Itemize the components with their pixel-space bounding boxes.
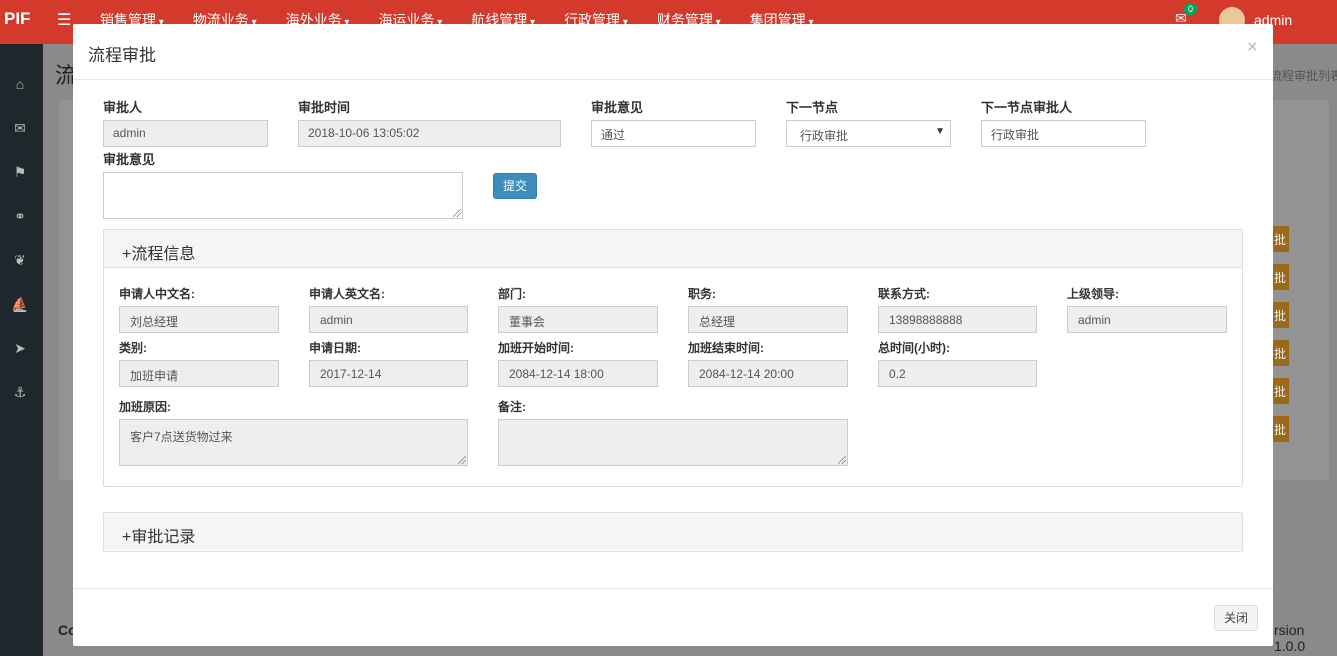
applicant-en-field: admin [309,306,468,333]
menu-toggle-icon[interactable]: ☰ [57,10,71,30]
remark-label: 备注: [498,400,526,414]
leader-field: admin [1067,306,1227,333]
home-icon[interactable]: ⌂ [10,76,30,92]
flag-icon[interactable]: ⚑ [10,164,30,181]
process-info-heading[interactable]: +流程信息 [104,230,1242,268]
position-field: 总经理 [688,306,848,333]
next-node-label: 下一节点 [786,100,839,115]
next-approver-input[interactable]: 行政审批 [981,120,1146,147]
dept-field: 董事会 [498,306,658,333]
process-info-panel: +流程信息 申请人中文名: 刘总经理 申请人英文名: admin 部门: 董事会… [103,229,1243,487]
applicant-en-label: 申请人英文名: [309,287,385,301]
approval-records-panel: +审批记录 [103,512,1243,552]
ot-start-label: 加班开始时间: [498,341,574,355]
total-hours-field: 0.2 [878,360,1037,387]
approver-label: 审批人 [103,100,143,115]
brand-logo[interactable]: PIF [4,9,30,29]
modal-footer: 关闭 [73,588,1273,646]
approver-field: admin [103,120,268,147]
ot-reason-textarea: 客户7点送货物过来 [119,419,468,466]
total-hours-label: 总时间(小时): [878,341,950,355]
category-label: 类别: [119,341,147,355]
close-button[interactable]: 关闭 [1214,605,1258,631]
rocket-icon[interactable]: ➤ [10,340,30,357]
resize-handle-icon[interactable] [838,456,846,464]
ot-end-label: 加班结束时间: [688,341,764,355]
dept-label: 部门: [498,287,526,301]
resize-handle-icon[interactable] [453,209,461,217]
row-approve-button[interactable]: 批 [1272,416,1289,442]
link-icon[interactable]: ⚭ [10,208,30,225]
notification-badge: 0 [1184,3,1198,15]
opinion-label: 审批意见 [591,100,644,115]
ot-reason-text: 客户7点送货物过来 [130,430,233,444]
applicant-cn-field: 刘总经理 [119,306,279,333]
leaf-icon[interactable]: ❦ [10,252,30,269]
comment-label: 审批意见 [103,152,156,167]
applicant-cn-label: 申请人中文名: [119,287,195,301]
approval-time-field: 2018-10-06 13:05:02 [298,120,561,147]
submit-button[interactable]: 提交 [493,173,537,199]
ship-icon[interactable]: ⛵ [10,296,30,313]
next-node-select[interactable]: 行政审批 ▼ [786,120,951,147]
anchor-icon[interactable]: ⚓ [10,384,30,401]
apply-date-field: 2017-12-14 [309,360,468,387]
ot-reason-label: 加班原因: [119,400,171,414]
modal-title: 流程审批 [88,46,156,65]
row-approve-button[interactable]: 批 [1272,340,1289,366]
approval-modal: 流程审批 × 审批人 admin 审批时间 2018-10-06 13:05:0… [73,24,1273,646]
modal-header: 流程审批 × [73,24,1273,80]
contact-field: 13898888888 [878,306,1037,333]
comment-textarea[interactable] [103,172,463,219]
position-label: 职务: [688,287,716,301]
footer-version: rsion 1.0.0 [1274,622,1306,654]
row-approve-button[interactable]: 批 [1272,226,1289,252]
breadcrumb[interactable]: 流程审批列表 [1270,67,1337,84]
row-approve-button[interactable]: 批 [1272,264,1289,290]
leader-label: 上级领导: [1067,287,1119,301]
category-field: 加班申请 [119,360,279,387]
ot-end-field: 2084-12-14 20:00 [688,360,848,387]
opinion-input[interactable]: 通过 [591,120,756,147]
row-approve-button[interactable]: 批 [1272,302,1289,328]
resize-handle-icon[interactable] [458,456,466,464]
next-node-selected: 行政审批 [800,129,849,143]
ot-start-field: 2084-12-14 18:00 [498,360,658,387]
close-icon[interactable]: × [1247,37,1258,59]
approval-records-heading[interactable]: +审批记录 [104,513,1242,550]
envelope-icon[interactable]: ✉ [10,120,30,137]
caret-down-icon: ▼ [935,126,945,137]
apply-date-label: 申请日期: [309,341,361,355]
sidebar: ⌂ ✉ ⚑ ⚭ ❦ ⛵ ➤ ⚓ [0,44,43,656]
remark-textarea [498,419,848,466]
approval-time-label: 审批时间 [298,100,351,115]
next-approver-label: 下一节点审批人 [981,100,1073,115]
contact-label: 联系方式: [878,287,930,301]
row-approve-button[interactable]: 批 [1272,378,1289,404]
